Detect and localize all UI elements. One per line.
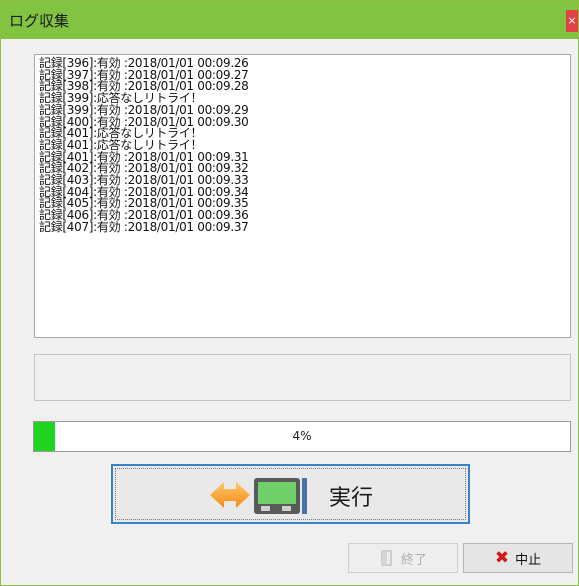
run-button[interactable]: 実行 bbox=[111, 464, 470, 524]
progress-bar: 4% bbox=[33, 421, 571, 452]
x-icon: ✖ bbox=[494, 547, 510, 568]
stop-button[interactable]: ✖ 中止 bbox=[463, 543, 573, 573]
end-button: 終了 bbox=[348, 543, 458, 573]
log-line: 記録[407]:有効 :2018/01/01 00:09.37 bbox=[39, 219, 249, 234]
exit-door-icon bbox=[381, 550, 392, 566]
transfer-device-icon bbox=[210, 478, 307, 514]
status-area bbox=[34, 354, 571, 401]
end-button-label: 終了 bbox=[400, 552, 427, 568]
window-title: ログ収集 bbox=[9, 12, 70, 30]
run-button-label: 実行 bbox=[329, 486, 374, 511]
stop-button-label: 中止 bbox=[515, 552, 542, 568]
progress-label: 4% bbox=[292, 429, 312, 443]
log-collection-window: ログ収集 × 記録[396]:有効 :2018/01/01 00:09.26 記録… bbox=[0, 0, 579, 586]
log-list[interactable]: 記録[396]:有効 :2018/01/01 00:09.26 記録[397]:有… bbox=[34, 54, 571, 338]
close-button[interactable]: × bbox=[566, 10, 578, 32]
title-bar[interactable]: ログ収集 × bbox=[1, 1, 578, 39]
